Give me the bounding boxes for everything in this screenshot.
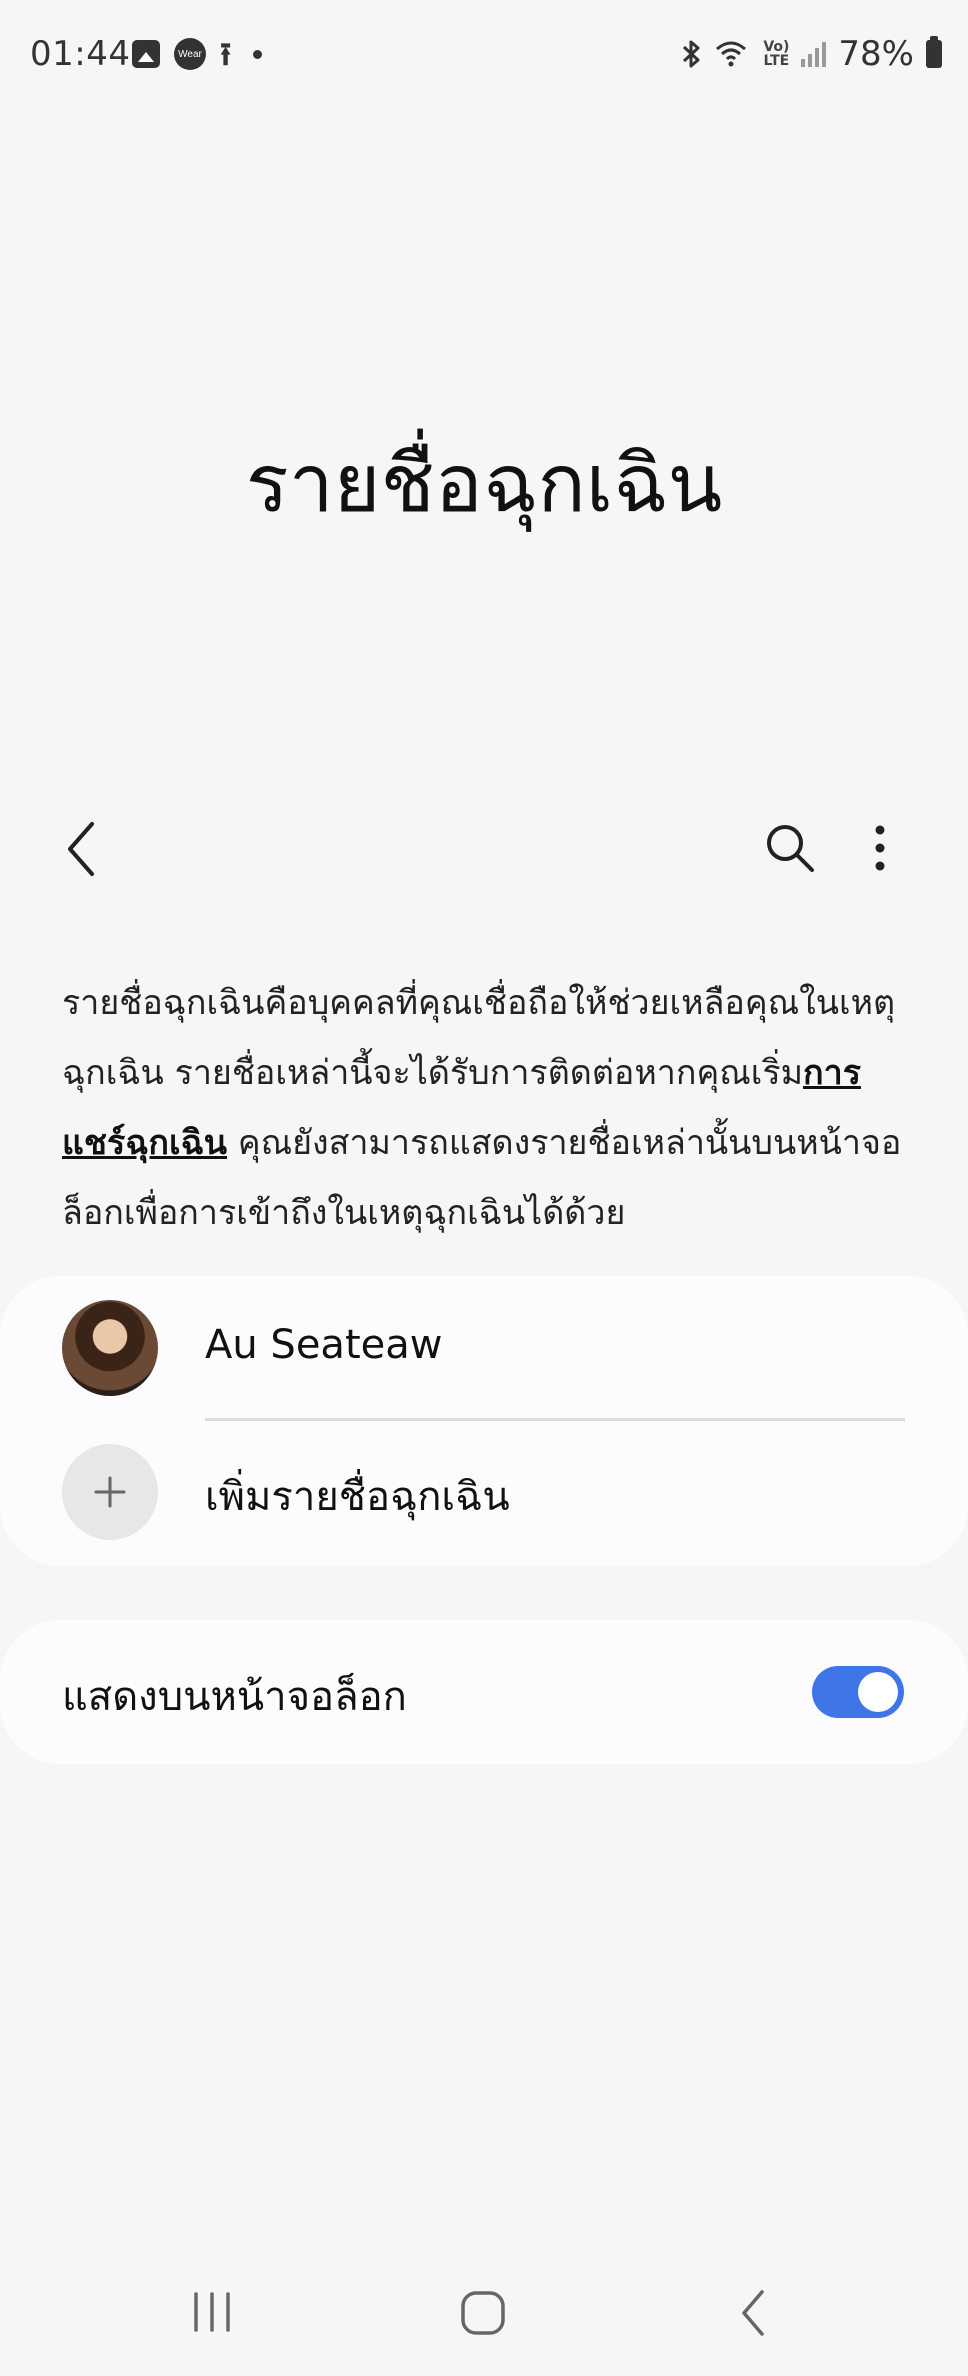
add-emergency-contact-label: เพิ่มรายชื่อฉุกเฉิน	[205, 1474, 510, 1520]
search-icon	[767, 825, 814, 872]
home-icon	[461, 2291, 505, 2335]
add-emergency-contact-button[interactable]: เพิ่มรายชื่อฉุกเฉิน	[0, 1422, 968, 1566]
contact-name: Au Seateaw	[205, 1322, 443, 1368]
upload-icon: ⭱	[220, 35, 232, 73]
status-notification-icons: Wear ⭱	[132, 35, 263, 73]
toggle-knob	[858, 1672, 898, 1712]
nav-back-button[interactable]	[738, 2288, 768, 2338]
more-icon	[875, 825, 885, 871]
show-on-lock-screen-toggle[interactable]	[812, 1666, 904, 1718]
battery-percent: 78%	[838, 34, 914, 74]
divider	[205, 1418, 905, 1421]
page-title: รายชื่อฉุกเฉิน	[245, 437, 723, 530]
search-button[interactable]	[760, 818, 820, 878]
show-on-lock-screen-label: แสดงบนหน้าจอล็อก	[62, 1674, 407, 1720]
lock-screen-card[interactable]: แสดงบนหน้าจอล็อก	[0, 1620, 968, 1764]
wear-icon: Wear	[174, 38, 206, 70]
volte-bottom: LTE	[763, 53, 790, 69]
signal-icon	[801, 41, 827, 67]
gallery-icon	[132, 40, 160, 68]
contact-item[interactable]: Au Seateaw	[0, 1276, 968, 1422]
add-icon-container	[62, 1444, 158, 1540]
wifi-icon	[716, 41, 747, 67]
recents-icon	[194, 2292, 230, 2332]
contacts-card: Au Seateaw เพิ่มรายชื่อฉุกเฉิน	[0, 1276, 968, 1566]
nav-home-button[interactable]	[460, 2290, 506, 2336]
plus-icon	[94, 1476, 126, 1508]
status-time: 01:44	[30, 34, 131, 74]
battery-icon	[926, 36, 942, 68]
description-text: รายชื่อฉุกเฉินคือบุคคลที่คุณเชื่อถือให้ช…	[62, 968, 922, 1248]
dot-icon	[253, 49, 263, 59]
back-icon	[68, 822, 94, 876]
wear-label: Wear	[178, 48, 202, 60]
back-button[interactable]	[58, 814, 108, 884]
more-options-button[interactable]	[862, 818, 898, 878]
volte-top: Vo)	[763, 39, 790, 55]
avatar	[62, 1300, 158, 1396]
description-part1: รายชื่อฉุกเฉินคือบุคคลที่คุณเชื่อถือให้ช…	[62, 983, 896, 1093]
volte-icon: Vo) LTE	[763, 40, 789, 68]
back-icon	[742, 2290, 764, 2336]
nav-recents-button[interactable]	[188, 2292, 236, 2332]
bluetooth-icon	[683, 40, 700, 68]
status-system-icons: Vo) LTE 78%	[681, 34, 942, 74]
status-bar: 01:44 Wear ⭱ Vo) LTE 78%	[0, 0, 968, 110]
